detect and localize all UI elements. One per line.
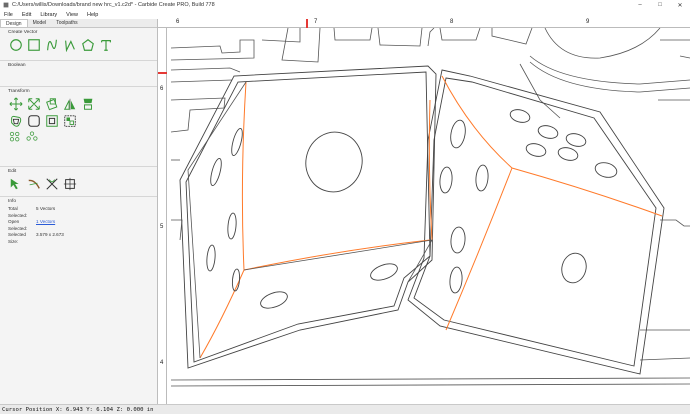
flip-icon[interactable] bbox=[62, 96, 77, 111]
ruler-top-label-7: 7 bbox=[314, 19, 318, 25]
polyline-icon[interactable] bbox=[62, 37, 77, 52]
trim-icon[interactable] bbox=[26, 176, 41, 191]
curve-icon[interactable] bbox=[44, 37, 59, 52]
maximize-button[interactable]: □ bbox=[650, 0, 670, 10]
info-selected-size: Selected Size: 3.579 x 2.673 bbox=[8, 232, 64, 244]
rectangle-icon[interactable] bbox=[26, 37, 41, 52]
left-die-pips bbox=[206, 127, 398, 309]
tab-toolpaths[interactable]: Toolpaths bbox=[51, 19, 82, 27]
ruler-top-label-8: 8 bbox=[450, 19, 454, 25]
circle-icon[interactable] bbox=[8, 37, 23, 52]
scale-icon[interactable] bbox=[26, 96, 41, 111]
right-die-selected-edges bbox=[428, 75, 663, 331]
create-vector-heading: Create Vector bbox=[8, 30, 38, 35]
tab-design[interactable]: Design bbox=[0, 19, 28, 27]
ruler-left-label-6: 6 bbox=[160, 86, 164, 92]
window-title: C:/Users/willis/Downloads/brand new hrc_… bbox=[12, 2, 215, 8]
design-canvas[interactable] bbox=[158, 19, 690, 404]
cut-icon[interactable] bbox=[44, 176, 59, 191]
move-icon[interactable] bbox=[8, 96, 23, 111]
left-die-face-edges bbox=[187, 81, 433, 359]
text-icon[interactable] bbox=[98, 37, 113, 52]
bbox-icon[interactable] bbox=[62, 176, 77, 191]
ruler-top-cursor-marker bbox=[306, 19, 308, 28]
info-open-selected: Open Selected: 1 Vectors bbox=[8, 219, 56, 232]
app-icon bbox=[3, 2, 9, 8]
menu-file[interactable]: File bbox=[4, 12, 13, 18]
ruler-left-label-4: 4 bbox=[160, 360, 164, 366]
ruler-left-cursor-marker bbox=[158, 72, 167, 74]
edit-heading: Edit bbox=[8, 169, 17, 174]
tab-model[interactable]: Model bbox=[28, 19, 52, 27]
info-total-selected: Total Selected: 5 Vectors bbox=[8, 206, 56, 218]
polygon-icon[interactable] bbox=[80, 37, 95, 52]
transform-section: Transform bbox=[0, 87, 157, 167]
ruler-top-label-9: 9 bbox=[586, 19, 590, 25]
window-controls: – □ ✕ bbox=[630, 0, 690, 10]
boolean-heading: Boolean bbox=[8, 63, 26, 68]
group-icon[interactable] bbox=[62, 113, 77, 128]
ruler-top-label-6: 6 bbox=[176, 19, 180, 25]
offset-icon[interactable] bbox=[8, 113, 23, 128]
rotate-icon[interactable] bbox=[44, 96, 59, 111]
fillet-icon[interactable] bbox=[26, 113, 41, 128]
array-circular-icon[interactable] bbox=[25, 130, 39, 144]
vector-drawing bbox=[170, 27, 690, 387]
ruler-left-label-5: 5 bbox=[160, 224, 164, 230]
ruler-top: 6 7 8 9 bbox=[158, 19, 690, 28]
menu-library[interactable]: Library bbox=[40, 12, 57, 18]
menu-help[interactable]: Help bbox=[87, 12, 98, 18]
ruler-left: 6 5 4 bbox=[158, 28, 167, 404]
open-selected-link[interactable]: 1 Vectors bbox=[36, 219, 55, 232]
create-vector-section: Create Vector bbox=[0, 28, 157, 61]
status-bar: Cursor Position X: 6.943 Y: 6.104 Z: 0.0… bbox=[0, 404, 690, 414]
close-button[interactable]: ✕ bbox=[670, 0, 690, 10]
menu-edit[interactable]: Edit bbox=[22, 12, 31, 18]
info-heading: Info bbox=[8, 199, 17, 204]
left-die-selected-edges bbox=[199, 81, 431, 359]
transform-heading: Transform bbox=[8, 89, 30, 94]
menu-view[interactable]: View bbox=[66, 12, 78, 18]
align-icon[interactable] bbox=[80, 96, 95, 111]
menu-bar: File Edit Library View Help bbox=[0, 10, 690, 19]
left-die-outline bbox=[179, 65, 437, 369]
inset-icon[interactable] bbox=[44, 113, 59, 128]
right-die-pips bbox=[439, 109, 618, 294]
array-icon[interactable] bbox=[8, 130, 22, 144]
edit-section: Edit bbox=[0, 167, 157, 197]
cursor-position-readout: Cursor Position X: 6.943 Y: 6.104 Z: 0.0… bbox=[2, 406, 154, 413]
minimize-button[interactable]: – bbox=[630, 0, 650, 10]
info-section: Info Total Selected: 5 Vectors Open Sele… bbox=[0, 197, 157, 248]
title-bar: C:/Users/willis/Downloads/brand new hrc_… bbox=[0, 0, 690, 10]
boolean-section: Boolean bbox=[0, 61, 157, 87]
sidebar-tabs: Design Model Toolpaths bbox=[0, 19, 157, 28]
design-sidebar: Design Model Toolpaths Create Vector Boo… bbox=[0, 19, 158, 404]
node-edit-icon[interactable] bbox=[8, 176, 23, 191]
